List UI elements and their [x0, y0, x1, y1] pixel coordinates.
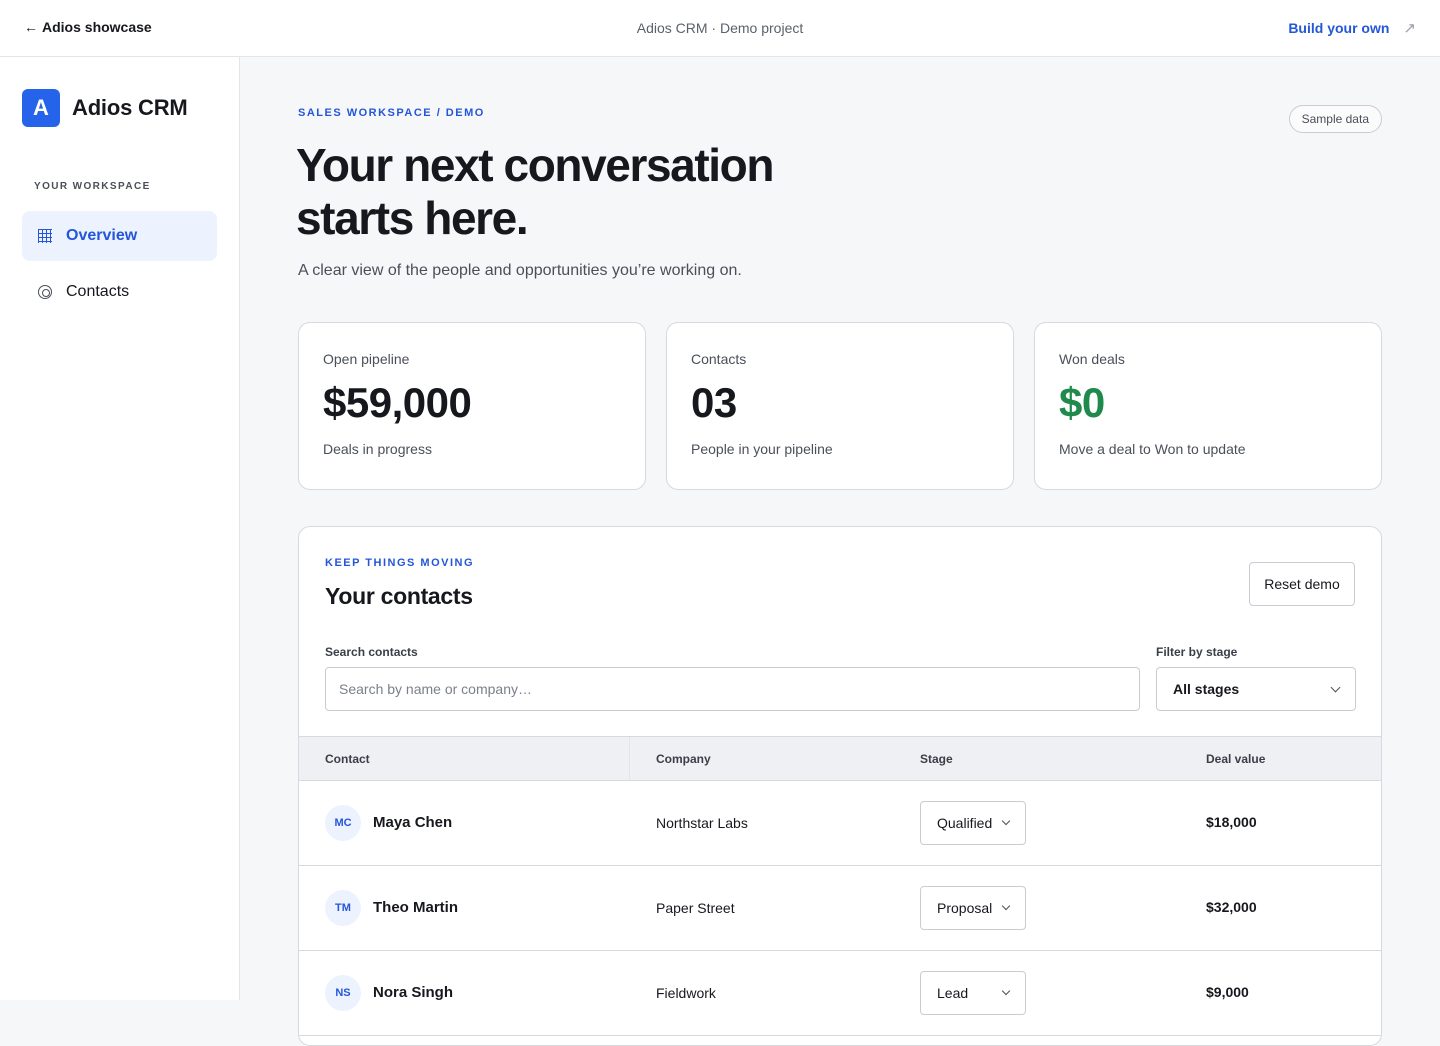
top-bar: ← Adios showcase Adios CRM · Demo projec…: [0, 0, 1440, 57]
stat-label: Open pipeline: [323, 351, 410, 367]
circle-icon: [38, 285, 52, 299]
column-header-stage: Stage: [920, 752, 953, 766]
stat-caption: Move a deal to Won to update: [1059, 441, 1246, 457]
column-header-company: Company: [656, 752, 711, 766]
stat-value: $59,000: [323, 379, 472, 426]
contact-company: Fieldwork: [656, 985, 716, 1001]
avatar: MC: [325, 805, 361, 841]
stage-value: Lead: [937, 985, 969, 1001]
column-divider: [629, 737, 630, 780]
sidebar-item-label: Contacts: [66, 283, 130, 300]
sidebar-item-overview[interactable]: Overview: [22, 211, 217, 261]
stat-label: Contacts: [691, 351, 747, 367]
hero-eyebrow: SALES WORKSPACE / DEMO: [298, 107, 485, 119]
stat-caption: People in your pipeline: [691, 441, 833, 457]
table-row: MC Maya Chen Northstar Labs Qualified $1…: [299, 781, 1381, 866]
brand[interactable]: A Adios CRM: [22, 89, 188, 127]
deal-value: $32,000: [1206, 899, 1257, 915]
stat-label: Won deals: [1059, 351, 1125, 367]
reset-demo-button[interactable]: Reset demo: [1249, 562, 1355, 606]
stat-value: $0: [1059, 379, 1105, 426]
stage-filter-value: All stages: [1173, 681, 1240, 697]
deal-value: $9,000: [1206, 984, 1249, 1000]
stage-select[interactable]: Proposal: [920, 886, 1026, 930]
column-header-contact: Contact: [325, 752, 370, 766]
stage-filter-select[interactable]: All stages: [1156, 667, 1356, 711]
contact-company: Northstar Labs: [656, 815, 748, 831]
build-link-label: Build your own: [1288, 20, 1390, 36]
search-input[interactable]: [325, 667, 1140, 711]
stat-card-contacts: Contacts 03 People in your pipeline: [666, 322, 1014, 490]
build-your-own-link[interactable]: Build your own ↗: [1288, 19, 1416, 37]
project-title: Adios CRM · Demo project: [636, 20, 804, 36]
main-content: SALES WORKSPACE / DEMO Sample data Your …: [240, 57, 1440, 1046]
sidebar-item-contacts[interactable]: Contacts: [22, 267, 217, 317]
sidebar-section-label: YOUR WORKSPACE: [34, 181, 151, 192]
stage-value: Qualified: [937, 815, 993, 831]
stat-value: 03: [691, 379, 737, 426]
sidebar-item-label: Overview: [66, 227, 138, 244]
chevron-down-icon: [1001, 901, 1011, 911]
table-header: Contact Company Stage Deal value: [299, 736, 1381, 781]
chevron-down-icon: [1001, 816, 1011, 826]
avatar: TM: [325, 890, 361, 926]
stage-value: Proposal: [937, 900, 993, 916]
contact-name[interactable]: Theo Martin: [373, 899, 458, 916]
stage-select[interactable]: Lead: [920, 971, 1026, 1015]
contacts-panel: KEEP THINGS MOVING Your contacts Reset d…: [298, 526, 1382, 1046]
chevron-down-icon: [1330, 682, 1341, 692]
deal-value: $18,000: [1206, 814, 1257, 830]
filter-label: Filter by stage: [1156, 645, 1238, 659]
sample-data-badge: Sample data: [1288, 105, 1382, 133]
search-label: Search contacts: [325, 645, 418, 659]
contact-name[interactable]: Maya Chen: [373, 814, 452, 831]
panel-eyebrow: KEEP THINGS MOVING: [325, 557, 475, 569]
sidebar: A Adios CRM YOUR WORKSPACE Overview Cont…: [0, 57, 240, 1000]
grid-icon: [38, 229, 52, 243]
column-header-deal-value: Deal value: [1206, 752, 1266, 766]
brand-name: Adios CRM: [72, 95, 188, 120]
page-subtitle: A clear view of the people and opportuni…: [298, 262, 742, 279]
stat-card-won-deals: Won deals $0 Move a deal to Won to updat…: [1034, 322, 1382, 490]
avatar: NS: [325, 975, 361, 1011]
page-title: Your next conversation starts here.: [296, 139, 774, 244]
table-row: TM Theo Martin Paper Street Proposal $32…: [299, 866, 1381, 951]
panel-title: Your contacts: [325, 583, 473, 609]
chevron-down-icon: [1001, 986, 1011, 996]
table-row: NS Nora Singh Fieldwork Lead $9,000: [299, 951, 1381, 1036]
external-arrow-icon: ↗: [1403, 20, 1416, 37]
contact-company: Paper Street: [656, 900, 735, 916]
brand-logo-icon: A: [22, 89, 60, 127]
contact-name[interactable]: Nora Singh: [373, 984, 453, 1001]
stage-select[interactable]: Qualified: [920, 801, 1026, 845]
stat-caption: Deals in progress: [323, 441, 432, 457]
stat-card-open-pipeline: Open pipeline $59,000 Deals in progress: [298, 322, 646, 490]
